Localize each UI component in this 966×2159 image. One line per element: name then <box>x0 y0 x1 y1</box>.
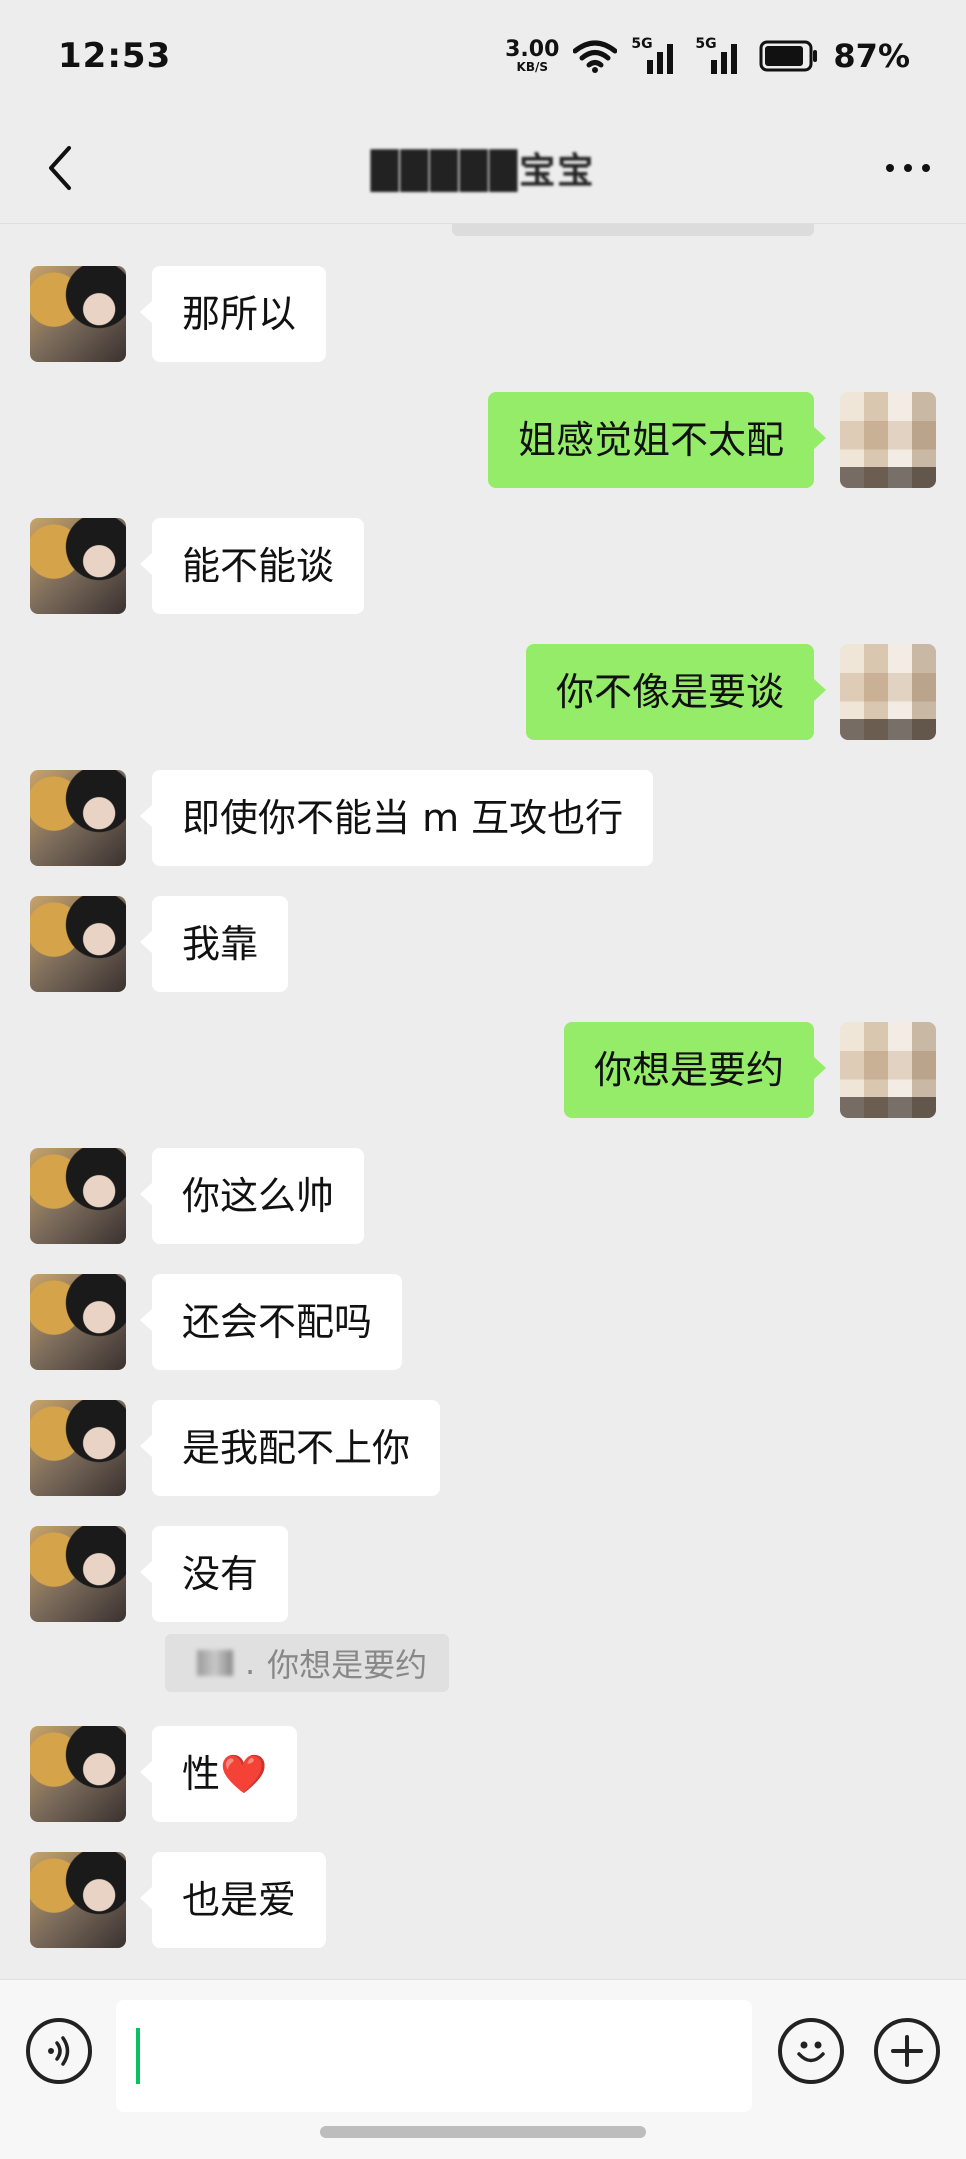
quoted-sender-name <box>197 1650 233 1676</box>
peer-avatar[interactable] <box>30 518 126 614</box>
message-bubble[interactable]: 你想是要约 <box>563 1022 827 1118</box>
message-row: 你这么帅 <box>0 1148 966 1244</box>
quoted-reply[interactable]: . 你想是要约 <box>165 1634 450 1692</box>
peer-avatar[interactable] <box>30 1274 126 1370</box>
message-bubble[interactable]: 是我配不上你 <box>139 1400 441 1496</box>
status-icons: 3.00 KB/S 5G 5G 87% <box>505 36 910 76</box>
more-icon <box>886 164 930 172</box>
net-speed-unit: KB/S <box>516 60 548 74</box>
battery-icon <box>759 40 818 72</box>
peer-avatar[interactable] <box>30 1400 126 1496</box>
more-functions-button[interactable] <box>874 2018 940 2084</box>
message-bubble[interactable]: 性❤️ <box>139 1726 298 1822</box>
message-row: 能不能谈 <box>0 518 966 614</box>
self-avatar[interactable] <box>840 644 936 740</box>
message-row: 还会不配吗 <box>0 1274 966 1370</box>
peer-avatar[interactable] <box>30 1726 126 1822</box>
message-row: 姐感觉姐不太配 <box>0 392 966 488</box>
text-cursor <box>136 2028 140 2084</box>
peer-avatar[interactable] <box>30 896 126 992</box>
message-bubble[interactable]: 也是爱 <box>139 1852 327 1948</box>
plus-icon <box>891 2035 923 2067</box>
message-bubble[interactable]: 即使你不能当 m 互攻也行 <box>139 770 654 866</box>
message-row: 是我配不上你 <box>0 1400 966 1496</box>
signal-bars-icon <box>711 44 738 74</box>
voice-icon <box>48 2036 70 2066</box>
battery-percent: 87% <box>833 37 910 75</box>
peer-avatar[interactable] <box>30 266 126 362</box>
peer-avatar[interactable] <box>30 1148 126 1244</box>
back-button[interactable] <box>32 140 88 196</box>
message-row: 那所以 <box>0 266 966 362</box>
message-bubble[interactable]: 你不像是要谈 <box>525 644 827 740</box>
message-row: 即使你不能当 m 互攻也行 <box>0 770 966 866</box>
message-row: 我靠 <box>0 896 966 992</box>
message-bubble[interactable]: 没有 <box>139 1526 289 1622</box>
emoji-icon <box>797 2041 825 2063</box>
chat-header: █████宝宝 <box>0 112 966 224</box>
peer-avatar[interactable] <box>30 1852 126 1948</box>
message-input[interactable] <box>116 2000 752 2112</box>
more-button[interactable] <box>880 140 936 196</box>
net-speed: 3.00 KB/S <box>505 37 560 74</box>
message-bubble[interactable]: 姐感觉姐不太配 <box>487 392 827 488</box>
self-avatar[interactable] <box>840 1022 936 1118</box>
message-bubble[interactable]: 能不能谈 <box>139 518 365 614</box>
cell-signal-1: 5G <box>631 36 681 76</box>
message-bubble[interactable]: 那所以 <box>139 266 327 362</box>
message-row: 没有 <box>0 1526 966 1622</box>
voice-button[interactable] <box>26 2018 92 2084</box>
message-row: 性❤️ <box>0 1726 966 1822</box>
cell-signal-2: 5G <box>695 36 745 76</box>
peer-avatar[interactable] <box>30 1526 126 1622</box>
emoji-button[interactable] <box>778 2018 844 2084</box>
status-time: 12:53 <box>58 36 172 76</box>
quoted-text: 你想是要约 <box>267 1646 428 1684</box>
message-bubble[interactable]: 我靠 <box>139 896 289 992</box>
wifi-icon <box>573 40 618 73</box>
message-row: 也是爱 <box>0 1852 966 1948</box>
home-indicator[interactable] <box>320 2126 646 2138</box>
chat-title: █████宝宝 <box>370 150 596 192</box>
status-bar: 12:53 3.00 KB/S 5G 5G 87% <box>0 0 966 112</box>
self-avatar[interactable] <box>840 392 936 488</box>
previous-message-edge <box>452 224 814 236</box>
signal-bars-icon <box>647 44 674 74</box>
peer-avatar[interactable] <box>30 770 126 866</box>
chat-area[interactable]: 那所以 姐感觉姐不太配 能不能谈 你不像是要谈 即使你不能当 m 互攻也行 我靠… <box>0 224 966 1979</box>
message-row: 你不像是要谈 <box>0 644 966 740</box>
message-row: 你想是要约 <box>0 1022 966 1118</box>
back-arrow-icon <box>49 146 71 190</box>
message-bubble[interactable]: 你这么帅 <box>139 1148 365 1244</box>
message-bubble[interactable]: 还会不配吗 <box>139 1274 403 1370</box>
quote-separator: . <box>245 1644 256 1682</box>
net-speed-value: 3.00 <box>505 37 560 62</box>
